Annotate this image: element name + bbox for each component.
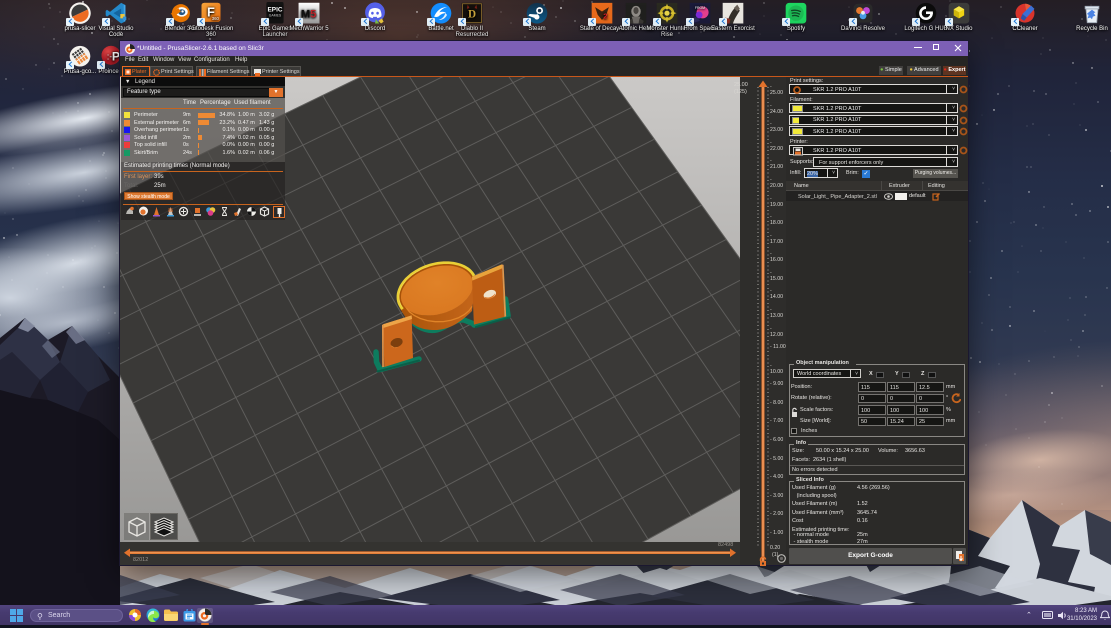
svg-text:360: 360: [212, 16, 220, 21]
svg-text:2: 2: [603, 11, 607, 20]
svg-text:P: P: [112, 49, 120, 63]
svg-text:EPIC: EPIC: [267, 6, 282, 13]
svg-text:D: D: [468, 8, 476, 20]
svg-text:5: 5: [310, 8, 316, 20]
svg-text:FROM: FROM: [695, 6, 705, 10]
svg-text:GAMES: GAMES: [269, 14, 282, 18]
